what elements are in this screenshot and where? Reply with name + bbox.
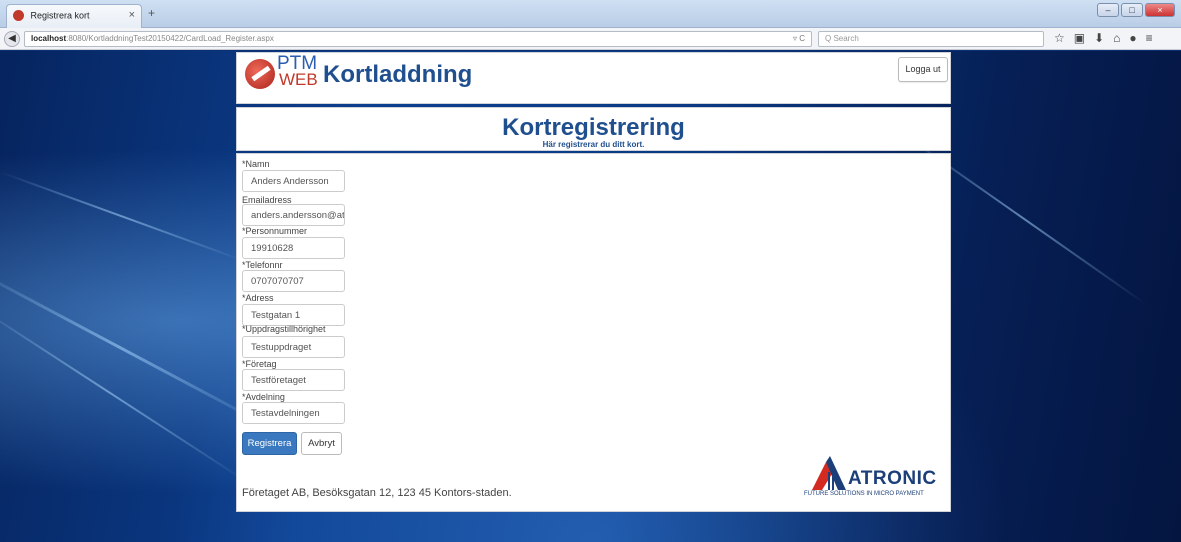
department-label: *Avdelning bbox=[242, 392, 285, 402]
email-field[interactable] bbox=[242, 204, 345, 226]
page-title-panel: Kortregistrering Här registrerar du ditt… bbox=[236, 107, 951, 151]
personnummer-field[interactable] bbox=[242, 237, 345, 259]
minimize-button[interactable]: – bbox=[1097, 3, 1119, 17]
url-host: localhost bbox=[31, 34, 67, 43]
browser-tab-bar: Registrera kort × + – □ × bbox=[0, 0, 1181, 28]
assignment-field[interactable] bbox=[242, 336, 345, 358]
app-title: Kortladdning bbox=[323, 61, 473, 88]
cancel-button[interactable]: Avbryt bbox=[301, 432, 342, 455]
maximize-button[interactable]: □ bbox=[1121, 3, 1143, 17]
company-address: Företaget AB, Besöksgatan 12, 123 45 Kon… bbox=[242, 487, 512, 499]
address-field[interactable] bbox=[242, 304, 345, 326]
back-arrow-icon[interactable]: ◀ bbox=[4, 31, 20, 47]
logout-button[interactable]: Logga ut bbox=[898, 57, 948, 82]
page-subtitle: Här registrerar du ditt kort. bbox=[542, 140, 645, 149]
tab-close-icon[interactable]: × bbox=[129, 9, 135, 21]
light-streak bbox=[0, 171, 245, 262]
assignment-label: *Uppdragstillhörighet bbox=[242, 324, 326, 334]
atronic-logo: ATRONIC FUTURE SOLUTIONS IN MICRO PAYMEN… bbox=[804, 454, 949, 502]
atronic-tagline: FUTURE SOLUTIONS IN MICRO PAYMENT bbox=[804, 491, 924, 497]
name-field[interactable] bbox=[242, 170, 345, 192]
registration-form: *Namn Emailadress *Personnummer *Telefon… bbox=[236, 153, 951, 512]
browser-tab[interactable]: Registrera kort × bbox=[6, 4, 142, 28]
company-field[interactable] bbox=[242, 369, 345, 391]
tab-title: Registrera kort bbox=[30, 10, 90, 21]
phone-label: *Telefonnr bbox=[242, 260, 283, 270]
light-streak bbox=[0, 301, 248, 483]
ptm-logo-icon bbox=[245, 59, 275, 89]
register-button[interactable]: Registrera bbox=[242, 432, 297, 455]
site-favicon-icon bbox=[13, 10, 24, 22]
menu-icon[interactable]: ≡ bbox=[1146, 31, 1153, 45]
url-bar[interactable]: localhost:8080/KortladdningTest20150422/… bbox=[24, 31, 812, 47]
site-header: PTM WEB Kortladdning Logga ut bbox=[236, 52, 951, 104]
reload-icon[interactable]: ▿ C bbox=[793, 32, 805, 46]
atronic-brand: ATRONIC bbox=[848, 468, 937, 489]
browser-nav-bar: ◀ localhost:8080/KortladdningTest2015042… bbox=[0, 28, 1181, 50]
download-icon[interactable]: ⬇ bbox=[1094, 31, 1104, 45]
phone-field[interactable] bbox=[242, 270, 345, 292]
new-tab-button[interactable]: + bbox=[148, 6, 155, 20]
toolbar-icons: ☆ ▣ ⬇ ⌂ ● ≡ bbox=[1054, 31, 1153, 45]
chat-icon[interactable]: ● bbox=[1129, 31, 1136, 45]
address-label: *Adress bbox=[242, 293, 274, 303]
department-field[interactable] bbox=[242, 402, 345, 424]
search-input[interactable]: Q Search bbox=[818, 31, 1044, 47]
bookmarks-icon[interactable]: ▣ bbox=[1074, 31, 1085, 45]
company-label: *Företag bbox=[242, 359, 277, 369]
star-icon[interactable]: ☆ bbox=[1054, 31, 1065, 45]
name-label: *Namn bbox=[242, 159, 270, 169]
window-controls: – □ × bbox=[1097, 3, 1175, 17]
personnummer-label: *Personnummer bbox=[242, 226, 308, 236]
atronic-mark-icon bbox=[812, 456, 846, 490]
url-path: :8080/KortladdningTest20150422/CardLoad_… bbox=[66, 34, 274, 43]
window-close-button[interactable]: × bbox=[1145, 3, 1175, 17]
home-icon[interactable]: ⌂ bbox=[1113, 31, 1120, 45]
logo-web-text: WEB bbox=[279, 70, 318, 89]
page-title: Kortregistrering bbox=[502, 114, 685, 141]
